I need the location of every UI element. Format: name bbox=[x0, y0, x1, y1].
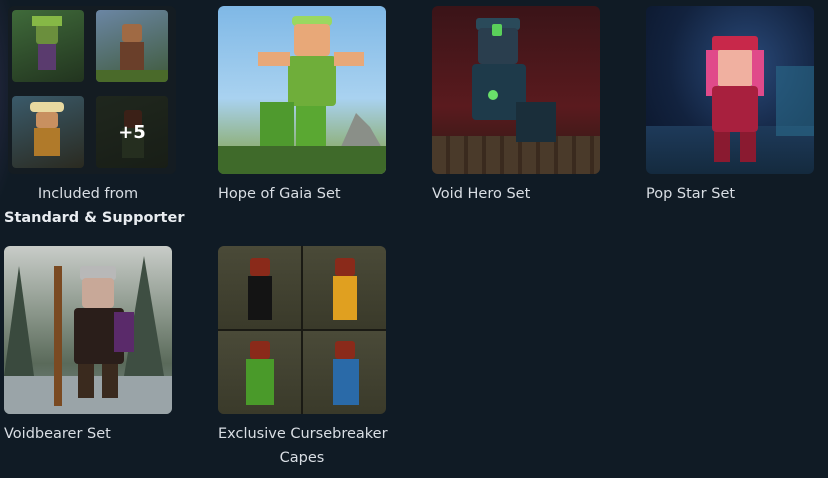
set-label-void-hero: Void Hero Set bbox=[432, 186, 531, 202]
more-sets-badge: +5 bbox=[96, 96, 168, 168]
included-mini-adventurer-character bbox=[96, 10, 168, 82]
set-label-voidbearer: Voidbearer Set bbox=[4, 426, 111, 442]
cape-preview-green bbox=[218, 331, 301, 414]
set-label-cursebreaker-line1: Exclusive Cursebreaker bbox=[218, 426, 388, 442]
included-mini-hat-character bbox=[12, 96, 84, 168]
included-mini-forest-character bbox=[12, 10, 84, 82]
included-thumbnail-grid: +5 bbox=[8, 6, 176, 174]
set-label-pop-star: Pop Star Set bbox=[646, 186, 736, 202]
set-label-included-line2: Standard & Supporter bbox=[4, 210, 185, 226]
cape-preview-blue bbox=[303, 331, 386, 414]
set-label-included-line1: Included from bbox=[37, 186, 139, 202]
cosmetic-sets-grid: +5 Included from Standard & Supporter Ho… bbox=[0, 0, 828, 478]
voidbearer-thumbnail bbox=[4, 246, 172, 414]
hope-of-gaia-thumbnail bbox=[218, 6, 386, 174]
set-label-hope-of-gaia: Hope of Gaia Set bbox=[218, 186, 341, 202]
set-label-cursebreaker-line2: Capes bbox=[279, 450, 325, 466]
cape-preview-gold bbox=[303, 246, 386, 329]
included-mini-more-sets: +5 bbox=[96, 96, 168, 168]
pop-star-thumbnail bbox=[646, 6, 814, 174]
void-hero-thumbnail bbox=[432, 6, 600, 174]
cursebreaker-thumbnail bbox=[218, 246, 386, 414]
cape-preview-black bbox=[218, 246, 301, 329]
